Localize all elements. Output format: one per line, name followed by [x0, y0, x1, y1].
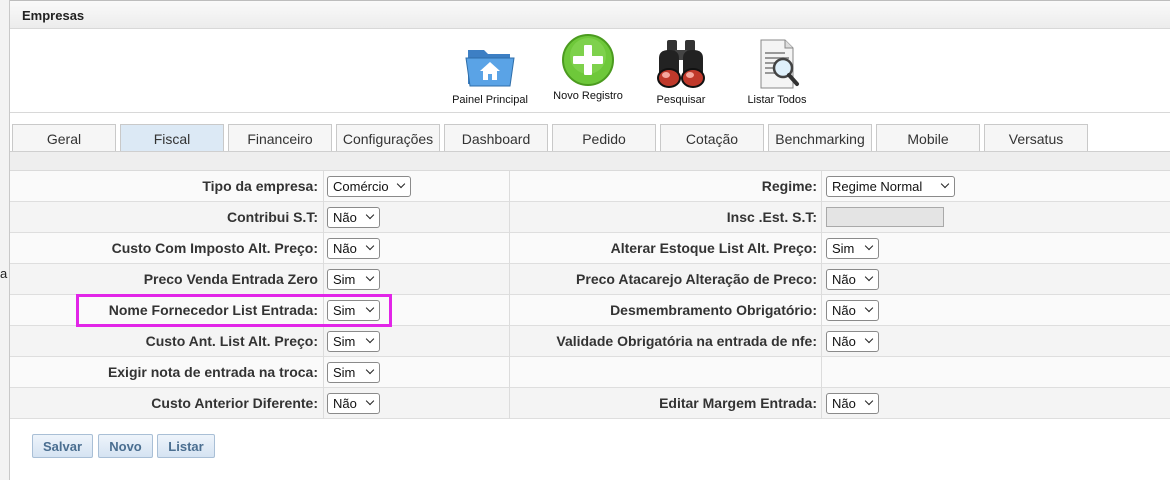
tab-financeiro[interactable]: Financeiro — [228, 124, 332, 152]
tab-dashboard[interactable]: Dashboard — [444, 124, 548, 152]
pesquisar-button[interactable]: Pesquisar — [646, 36, 716, 106]
field-label: Custo Anterior Diferente: — [151, 395, 318, 411]
field-label: Preco Atacarejo Alteração de Preco: — [576, 271, 817, 287]
painel-principal-button[interactable]: Painel Principal — [450, 36, 530, 106]
select-value: Regime Normal — [832, 179, 923, 194]
desmembramento-select[interactable]: Não — [826, 300, 879, 321]
field-label: Preco Venda Entrada Zero — [143, 271, 318, 287]
select-value: Não — [832, 303, 856, 318]
pesquisar-label: Pesquisar — [656, 94, 706, 106]
field-label: Editar Margem Entrada: — [659, 395, 817, 411]
tab-bar: Geral Fiscal Financeiro Configurações Da… — [10, 112, 1170, 152]
chevron-down-icon — [864, 396, 874, 406]
chevron-down-icon — [365, 365, 375, 375]
field-label: Regime: — [761, 178, 817, 194]
novo-registro-button[interactable]: Novo Registro — [548, 32, 628, 102]
select-value: Não — [832, 334, 856, 349]
preco-atacarejo-select[interactable]: Não — [826, 269, 879, 290]
form-row: Contribui S.T: Não Insc .Est. S.T: — [10, 202, 1170, 233]
listar-todos-button[interactable]: Listar Todos — [742, 36, 812, 106]
tab-mobile[interactable]: Mobile — [876, 124, 980, 152]
chevron-down-icon — [365, 210, 375, 220]
form-row: Preco Venda Entrada Zero Sim Preco Ataca… — [10, 264, 1170, 295]
contribui-st-select[interactable]: Não — [327, 207, 380, 228]
chevron-down-icon — [396, 179, 406, 189]
salvar-button[interactable]: Salvar — [32, 434, 93, 458]
field-label: Custo Ant. List Alt. Preço: — [145, 333, 318, 349]
chevron-down-icon — [365, 334, 375, 344]
custo-anterior-diferente-select[interactable]: Não — [327, 393, 380, 414]
select-value: Sim — [333, 365, 356, 380]
form-row: Custo Com Imposto Alt. Preço: Não Altera… — [10, 233, 1170, 264]
select-value: Não — [832, 272, 856, 287]
select-value: Sim — [333, 334, 356, 349]
editar-margem-entrada-select[interactable]: Não — [826, 393, 879, 414]
select-value: Não — [333, 396, 357, 411]
form-row: Nome Fornecedor List Entrada: Sim Desmem… — [10, 295, 1170, 326]
validade-obrigatoria-select[interactable]: Não — [826, 331, 879, 352]
field-label: Insc .Est. S.T: — [726, 209, 817, 225]
folder-home-icon — [465, 50, 515, 87]
window-title: Empresas — [10, 1, 1170, 29]
custo-com-imposto-select[interactable]: Não — [327, 238, 380, 259]
chevron-down-icon — [864, 334, 874, 344]
select-value: Não — [333, 210, 357, 225]
tab-content-header — [10, 151, 1170, 171]
chevron-down-icon — [940, 179, 950, 189]
listar-button[interactable]: Listar — [157, 434, 215, 458]
select-value: Não — [333, 241, 357, 256]
binoculars-icon — [657, 40, 705, 88]
document-search-icon — [760, 39, 799, 89]
tab-benchmarking[interactable]: Benchmarking — [768, 124, 872, 152]
tipo-empresa-select[interactable]: Comércio — [327, 176, 411, 197]
field-label: Custo Com Imposto Alt. Preço: — [111, 240, 318, 256]
gutter-text: a — [0, 266, 8, 281]
insc-est-st-input[interactable] — [826, 207, 944, 227]
select-value: Não — [832, 396, 856, 411]
chevron-down-icon — [365, 396, 375, 406]
custo-ant-list-select[interactable]: Sim — [327, 331, 380, 352]
form-row: Tipo da empresa: Comércio Regime: Regime… — [10, 171, 1170, 202]
select-value: Sim — [333, 272, 356, 287]
tab-fiscal[interactable]: Fiscal — [120, 124, 224, 152]
field-label: Desmembramento Obrigatório: — [610, 302, 817, 318]
field-label: Alterar Estoque List Alt. Preço: — [610, 240, 817, 256]
chevron-down-icon — [365, 241, 375, 251]
form-row: Custo Ant. List Alt. Preço: Sim Validade… — [10, 326, 1170, 357]
alterar-estoque-select[interactable]: Sim — [826, 238, 879, 259]
tab-pedido[interactable]: Pedido — [552, 124, 656, 152]
fiscal-form: Tipo da empresa: Comércio Regime: Regime… — [10, 171, 1170, 419]
toolbar: Painel Principal Novo Registro Pesquisar… — [10, 30, 1170, 112]
nome-fornecedor-select[interactable]: Sim — [327, 300, 380, 321]
field-label: Validade Obrigatória na entrada de nfe: — [556, 333, 817, 349]
form-row: Custo Anterior Diferente: Não Editar Mar… — [10, 388, 1170, 419]
painel-principal-label: Painel Principal — [452, 94, 528, 106]
tab-versatus[interactable]: Versatus — [984, 124, 1088, 152]
chevron-down-icon — [365, 272, 375, 282]
form-row: Exigir nota de entrada na troca: Sim — [10, 357, 1170, 388]
chevron-down-icon — [365, 303, 375, 313]
field-label: Exigir nota de entrada na troca: — [107, 364, 318, 380]
chevron-down-icon — [864, 272, 874, 282]
exigir-nota-troca-select[interactable]: Sim — [327, 362, 380, 383]
tab-geral[interactable]: Geral — [12, 124, 116, 152]
select-value: Sim — [832, 241, 855, 256]
tab-cotacao[interactable]: Cotação — [660, 124, 764, 152]
novo-registro-label: Novo Registro — [553, 90, 623, 102]
select-value: Comércio — [333, 179, 389, 194]
plus-circle-icon — [562, 34, 614, 86]
field-label: Nome Fornecedor List Entrada: — [108, 302, 318, 318]
chevron-down-icon — [864, 241, 874, 251]
select-value: Sim — [333, 303, 356, 318]
listar-todos-label: Listar Todos — [747, 94, 807, 106]
regime-select[interactable]: Regime Normal — [826, 176, 955, 197]
chevron-down-icon — [864, 303, 874, 313]
left-gutter: a — [0, 0, 10, 480]
preco-venda-entrada-zero-select[interactable]: Sim — [327, 269, 380, 290]
empresas-window: Empresas Painel Principal Novo Registro — [10, 0, 1170, 480]
field-label: Tipo da empresa: — [202, 178, 318, 194]
field-label: Contribui S.T: — [227, 209, 318, 225]
tab-configuracoes[interactable]: Configurações — [336, 124, 440, 152]
novo-button[interactable]: Novo — [98, 434, 153, 458]
